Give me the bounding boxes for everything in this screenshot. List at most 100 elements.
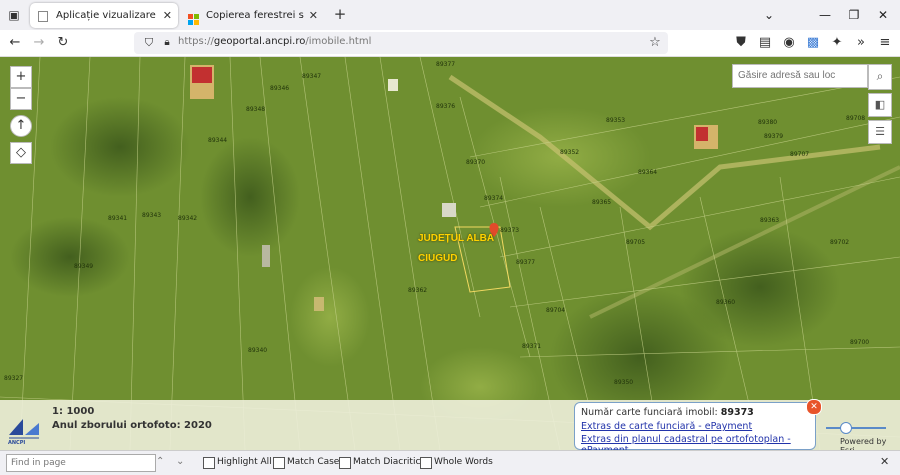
search-icon[interactable]: ⌕ xyxy=(868,64,892,90)
scale-text: 1: 1000 xyxy=(52,406,95,417)
account-icon[interactable]: ◉ xyxy=(780,34,798,52)
logo-text: ANCPI xyxy=(8,440,26,446)
highlight-all-checkbox[interactable] xyxy=(203,457,215,469)
parcel-label: 89379 xyxy=(764,133,784,140)
shield-icon[interactable]: ⛉ xyxy=(140,34,158,52)
tab-active[interactable]: Aplicație vizualizare imobile ✕ xyxy=(30,3,178,28)
find-next-icon[interactable]: ⌄ xyxy=(176,456,184,467)
parcel-label: 89370 xyxy=(466,159,486,166)
reader-icon[interactable]: ▤ xyxy=(756,34,774,52)
popup-title: Număr carte funciară imobil: 89373 xyxy=(581,407,754,418)
match-case-label: Match Case xyxy=(287,457,340,467)
parcel-label: 89374 xyxy=(484,195,504,202)
list-all-tabs-icon[interactable]: ⌄ xyxy=(760,6,778,24)
parcel-label: 89364 xyxy=(638,169,658,176)
parcel-label: 89705 xyxy=(626,239,646,246)
tab-title: Copierea ferestrei sau a conținu xyxy=(206,10,304,21)
parcel-label: 89365 xyxy=(592,199,612,206)
parcel-label: 89377 xyxy=(516,259,536,266)
address-search[interactable] xyxy=(732,64,868,88)
new-tab-icon[interactable]: + xyxy=(332,6,348,22)
match-diacritics-label: Match Diacritics xyxy=(353,457,426,467)
match-case-checkbox[interactable] xyxy=(273,457,285,469)
parcel-label: 89700 xyxy=(850,339,870,346)
map-view[interactable]: 89347 89346 89348 89344 89343 89341 8934… xyxy=(0,57,900,450)
bookmark-star-icon[interactable]: ☆ xyxy=(646,34,664,52)
find-input[interactable] xyxy=(6,454,156,472)
more-tools-icon[interactable]: » xyxy=(852,34,870,52)
zoom-out-button[interactable]: − xyxy=(10,88,32,110)
parcel-label: 89704 xyxy=(546,307,566,314)
parcel-label: 89347 xyxy=(302,73,322,80)
puzzle-icon[interactable]: ✦ xyxy=(828,34,846,52)
parcel-popup: Număr carte funciară imobil: 89373 Extra… xyxy=(574,402,816,456)
back-icon[interactable]: ← xyxy=(6,34,24,52)
parcel-label: 89343 xyxy=(142,212,162,219)
parcel-label: 89708 xyxy=(846,115,866,122)
lock-icon[interactable]: 🔒︎ xyxy=(158,34,176,52)
house-1 xyxy=(190,65,214,99)
microsoft-icon xyxy=(188,10,199,25)
parcel-label: 89346 xyxy=(270,85,290,92)
parcel-label: 89342 xyxy=(178,215,198,222)
parcel-label: 89362 xyxy=(408,287,428,294)
find-previous-icon[interactable]: ⌃ xyxy=(156,456,164,467)
parcel-label: 89371 xyxy=(522,343,542,350)
parcel-label: 89344 xyxy=(208,137,228,144)
parcel-label: 89353 xyxy=(606,117,626,124)
parcel-label: 89702 xyxy=(830,239,850,246)
popup-close-icon[interactable]: ✕ xyxy=(806,399,822,415)
match-diacritics-checkbox[interactable] xyxy=(339,457,351,469)
url-bar[interactable]: ⛉ 🔒︎ https://geoportal.ancpi.ro/imobile.… xyxy=(134,32,668,54)
house-2 xyxy=(694,125,718,149)
pocket-icon[interactable]: ⛊ xyxy=(732,34,750,52)
tab-inactive[interactable]: Copierea ferestrei sau a conținu ✕ xyxy=(180,3,324,28)
reload-icon[interactable]: ↻ xyxy=(54,34,72,52)
tab-list-icon[interactable]: ▣ xyxy=(6,7,22,23)
locate-icon[interactable]: ◇ xyxy=(10,142,32,164)
basemap-icon[interactable]: ◧ xyxy=(868,93,892,117)
restore-icon[interactable]: ❐ xyxy=(845,6,863,24)
page-icon xyxy=(38,11,48,22)
nav-bar: ← → ↻ ⛉ 🔒︎ https://geoportal.ancpi.ro/im… xyxy=(0,30,900,57)
extract-cf-link[interactable]: Extras de carte funciară - ePayment xyxy=(581,421,752,432)
county-label: JUDEȚUL ALBA xyxy=(418,233,495,244)
close-window-icon[interactable]: ✕ xyxy=(874,6,892,24)
parcel-label: 89350 xyxy=(614,379,634,386)
ortho-year-text: Anul zborului ortofoto: 2020 xyxy=(52,420,212,431)
parcel-label: 89376 xyxy=(436,103,456,110)
close-find-icon[interactable]: ✕ xyxy=(880,455,889,468)
parcel-label: 89327 xyxy=(4,375,24,382)
parcel-label: 89352 xyxy=(560,149,580,156)
parcel-label: 89373 xyxy=(500,227,520,234)
parcel-label: 89377 xyxy=(436,61,456,68)
locality-label: CIUGUD xyxy=(418,253,458,264)
parcel-label: 89349 xyxy=(74,263,94,270)
whole-words-checkbox[interactable] xyxy=(420,457,432,469)
close-tab-icon[interactable]: ✕ xyxy=(163,3,172,28)
search-input[interactable] xyxy=(733,65,867,85)
extension-icon[interactable]: ▩ xyxy=(804,34,822,52)
zoom-in-button[interactable]: + xyxy=(10,66,32,88)
parcel-label: 89363 xyxy=(760,217,780,224)
parcel-label: 89707 xyxy=(790,151,810,158)
whole-words-label: Whole Words xyxy=(434,457,493,467)
parcel-label: 89360 xyxy=(716,299,736,306)
parcel-label: 89380 xyxy=(758,119,778,126)
tab-title: Aplicație vizualizare imobile xyxy=(56,10,158,21)
close-tab-icon[interactable]: ✕ xyxy=(309,3,318,28)
parcel-label: 89340 xyxy=(248,347,268,354)
menu-icon[interactable]: ≡ xyxy=(876,34,894,52)
highlight-all-label: Highlight All xyxy=(217,457,272,467)
find-bar: ⌃ ⌄ Highlight All Match Case Match Diacr… xyxy=(0,450,900,475)
compass-icon[interactable]: ↑ xyxy=(10,115,32,137)
tab-bar: ▣ Aplicație vizualizare imobile ✕ Copier… xyxy=(0,0,900,30)
opacity-slider-handle[interactable] xyxy=(840,422,852,434)
minimize-icon[interactable]: — xyxy=(816,6,834,24)
opacity-slider-track[interactable] xyxy=(826,427,886,429)
forward-icon[interactable]: → xyxy=(30,34,48,52)
layer-list-icon[interactable]: ☰ xyxy=(868,120,892,144)
parcel-label: 89341 xyxy=(108,215,128,222)
parcel-label: 89348 xyxy=(246,106,266,113)
url-text: https://geoportal.ancpi.ro/imobile.html xyxy=(178,36,372,47)
